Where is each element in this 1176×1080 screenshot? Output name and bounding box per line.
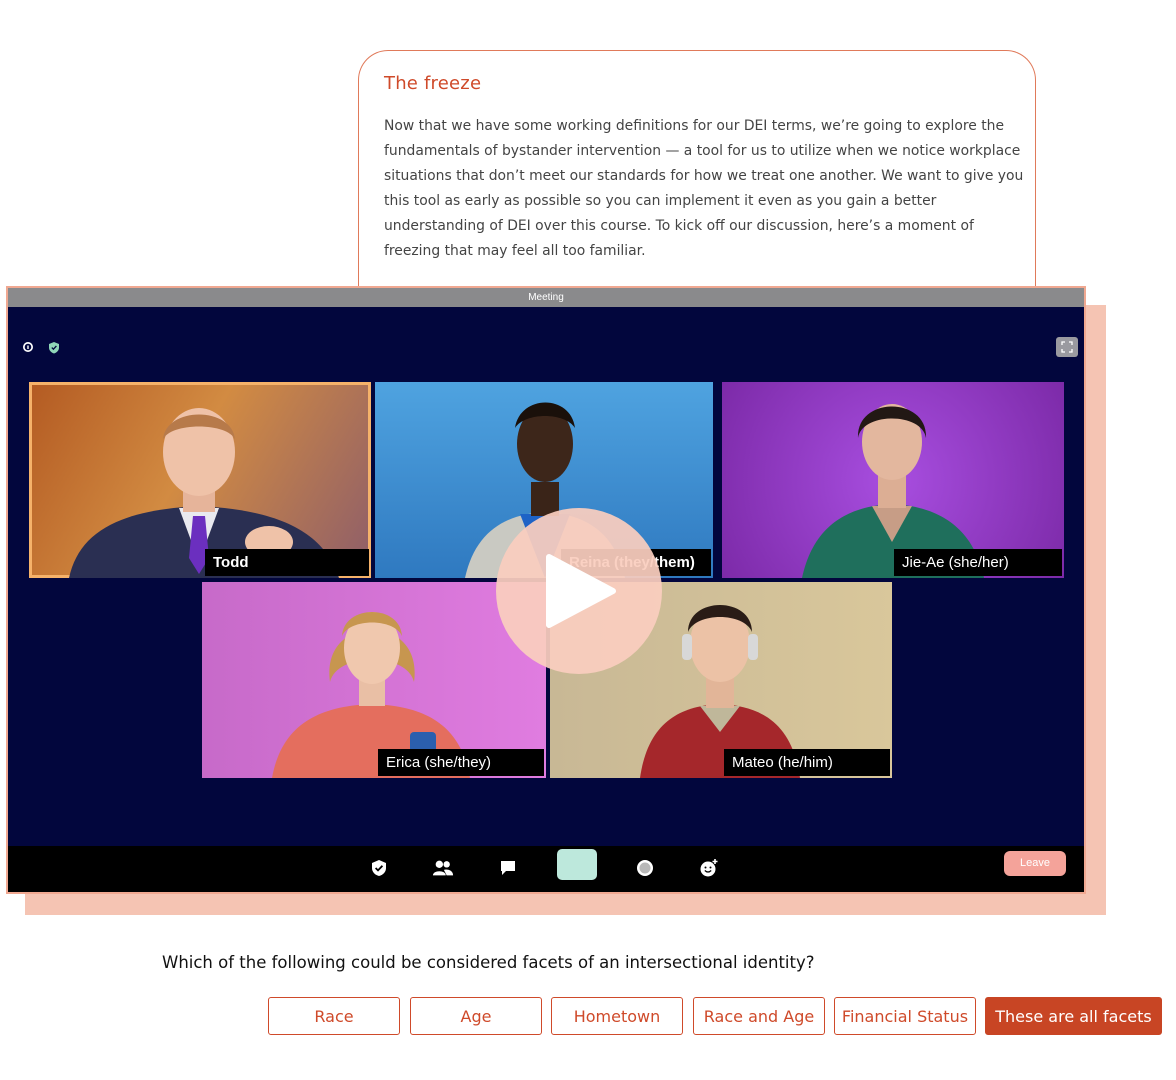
- shield-icon[interactable]: [47, 340, 61, 354]
- participants-icon[interactable]: [432, 857, 454, 879]
- participant-tile-erica[interactable]: Erica (she/they): [202, 582, 546, 778]
- participant-tile-jie-ae[interactable]: Jie-Ae (she/her): [722, 382, 1064, 578]
- leave-button[interactable]: Leave: [1004, 851, 1066, 876]
- answer-option-financial-status[interactable]: Financial Status: [834, 997, 976, 1035]
- participant-name-erica: Erica (she/they): [378, 749, 544, 776]
- answer-option-all-facets[interactable]: These are all facets: [985, 997, 1162, 1035]
- participant-name-todd: Todd: [205, 549, 369, 576]
- quiz-question: Which of the following could be consider…: [162, 953, 815, 972]
- record-icon[interactable]: [634, 857, 656, 879]
- play-button[interactable]: [496, 508, 662, 674]
- participant-tile-todd[interactable]: Todd: [29, 382, 371, 578]
- security-icon[interactable]: [368, 857, 390, 879]
- info-icon[interactable]: [21, 340, 35, 354]
- answer-option-race[interactable]: Race: [268, 997, 400, 1035]
- meeting-video[interactable]: Meeting Todd Reina (they/them): [6, 286, 1086, 894]
- reaction-icon[interactable]: [698, 857, 720, 879]
- intro-title: The freeze: [384, 73, 482, 94]
- participant-name-mateo: Mateo (he/him): [724, 749, 890, 776]
- answer-option-race-and-age[interactable]: Race and Age: [693, 997, 825, 1035]
- answer-option-hometown[interactable]: Hometown: [551, 997, 683, 1035]
- participant-name-jie-ae: Jie-Ae (she/her): [894, 549, 1062, 576]
- share-button[interactable]: [557, 849, 597, 880]
- meeting-window-title: Meeting: [8, 288, 1084, 307]
- meeting-toolbar: Leave: [8, 846, 1084, 892]
- intro-body: Now that we have some working definition…: [384, 118, 1024, 259]
- chat-icon[interactable]: [497, 857, 519, 879]
- fullscreen-button[interactable]: [1056, 337, 1078, 357]
- fullscreen-icon: [1061, 341, 1073, 353]
- intro-card: The freeze Now that we have some working…: [358, 50, 1036, 312]
- answer-option-age[interactable]: Age: [410, 997, 542, 1035]
- play-icon: [546, 554, 616, 628]
